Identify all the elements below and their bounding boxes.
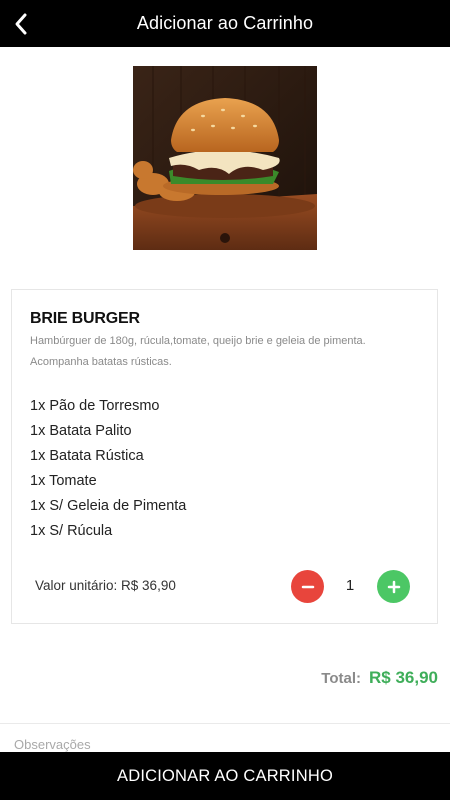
quantity-value: 1 [345, 577, 355, 594]
list-item: 1x S/ Geleia de Pimenta [30, 498, 187, 514]
total-row: Total: R$ 36,90 [321, 668, 438, 688]
top-bar: Adicionar ao Carrinho [0, 0, 450, 47]
add-to-cart-button[interactable]: ADICIONAR AO CARRINHO [0, 752, 450, 800]
list-item: 1x Pão de Torresmo [30, 398, 160, 414]
page-title: Adicionar ao Carrinho [136, 13, 314, 33]
unit-price: Valor unitário: R$ 36,90 [35, 578, 176, 593]
product-card: BRIE BURGER Hambúrguer de 180g, rúcula,t… [11, 289, 438, 624]
list-item: 1x Tomate [30, 473, 97, 489]
list-item: 1x S/ Rúcula [30, 523, 113, 539]
notes-input[interactable] [12, 736, 446, 753]
minus-icon [301, 585, 314, 588]
total-value: R$ 36,90 [369, 668, 438, 687]
list-item: 1x Batata Palito [30, 423, 132, 439]
increase-quantity-button[interactable] [377, 570, 410, 603]
decrease-quantity-button[interactable] [291, 570, 324, 603]
plus-icon [387, 580, 400, 593]
total-label: Total: [321, 670, 361, 687]
item-list: 1x Pão de Torresmo 1x Batata Palito 1x B… [30, 394, 186, 544]
product-description: Hambúrguer de 180g, rúcula,tomate, queij… [30, 335, 366, 368]
list-item: 1x Batata Rústica [30, 448, 144, 464]
product-name: BRIE BURGER [30, 310, 140, 327]
product-image [133, 66, 317, 250]
